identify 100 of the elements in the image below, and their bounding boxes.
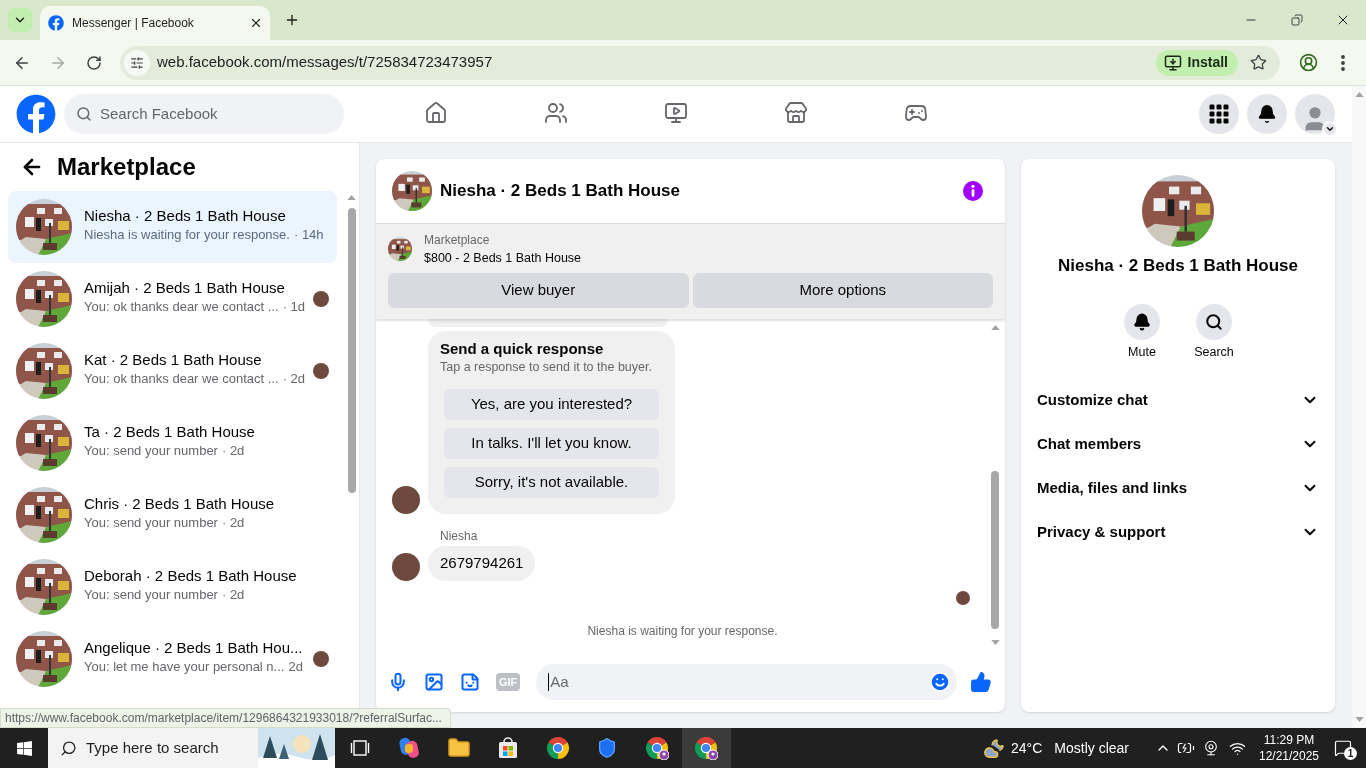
notification-count: 1 <box>1344 747 1357 760</box>
smiley-icon[interactable] <box>929 671 951 693</box>
avatar-icon <box>392 553 420 581</box>
colorful-logo-icon <box>397 736 422 760</box>
accordion-row[interactable]: Media, files and links <box>1029 466 1327 510</box>
message-preview: You: let me have your personal n... <box>84 658 285 676</box>
moon-cloud-icon <box>983 737 1006 759</box>
clock[interactable]: 11:29 PM 12/21/2025 <box>1256 732 1322 764</box>
listing-action-button[interactable]: More options <box>692 273 993 308</box>
status-text: Niesha is waiting for your response. <box>587 623 778 639</box>
conversation-item[interactable]: Niesha · 2 Beds 1 Bath House Niesha is waiting for your response. · 14h <box>8 191 337 263</box>
house-photo <box>16 487 72 543</box>
house-photo <box>388 237 412 261</box>
accordion-row[interactable]: Customize chat <box>1029 378 1327 422</box>
message-preview: You: send your number <box>84 586 218 604</box>
tab-list-button[interactable] <box>8 8 32 32</box>
microphone-icon <box>388 672 408 692</box>
facebook-logo-icon <box>48 15 64 31</box>
plus-icon <box>284 12 300 28</box>
taskbar-search-field[interactable]: Type here to search <box>48 728 335 768</box>
search-button[interactable] <box>1196 304 1232 340</box>
bell-icon <box>1133 313 1151 331</box>
listing-action-button[interactable]: View buyer <box>388 273 689 308</box>
listing-source: Marketplace <box>424 232 490 249</box>
folder-icon <box>446 736 471 760</box>
accordion-row[interactable]: Chat members <box>1029 422 1327 466</box>
quick-reply-button[interactable]: Yes, are you interested? <box>444 389 659 420</box>
message-icon <box>1334 739 1352 757</box>
home-icon <box>423 100 448 125</box>
quick-response-subtitle: Tap a response to send it to the buyer. <box>440 359 652 375</box>
site-info-button[interactable] <box>124 49 150 76</box>
timestamp: · 2d <box>221 514 245 532</box>
taskbar-app-button[interactable] <box>681 728 731 768</box>
star-icon <box>1249 54 1267 71</box>
timestamp: · 14h <box>293 226 324 244</box>
search-field[interactable]: Search Facebook <box>64 94 344 134</box>
address-bar[interactable]: web.facebook.com/messages/t/725834723473957 Install <box>120 45 1280 80</box>
store-icon <box>783 100 808 125</box>
message-preview: Niesha is waiting for your response. <box>84 226 290 244</box>
search-icon <box>1205 313 1223 331</box>
info-button[interactable] <box>963 181 983 201</box>
bell-icon <box>1257 104 1277 124</box>
video-play-icon <box>663 100 688 125</box>
account-button[interactable] <box>1295 94 1335 134</box>
info-icon <box>963 181 983 201</box>
scrollbar-thumb[interactable] <box>991 471 999 629</box>
sticker-icon <box>460 672 480 692</box>
thumbs-up-icon <box>970 671 992 693</box>
sliders-icon <box>130 55 144 70</box>
restore-icon <box>1291 14 1303 26</box>
listing-title: $800 - 2 Beds 1 Bath House <box>424 250 582 267</box>
timestamp: · 2d <box>221 586 245 604</box>
snowy-trees-icon <box>258 728 335 768</box>
weather-widget[interactable]: 24°C Mostly clear <box>979 728 1133 768</box>
quick-reply-button[interactable]: In talks. I'll let you know. <box>444 428 659 459</box>
message-input[interactable]: Aa <box>536 664 957 700</box>
conversation-name: Chris · 2 Beds 1 Bath House <box>84 494 275 514</box>
install-button[interactable]: Install <box>1155 49 1238 76</box>
reload-icon <box>86 54 102 71</box>
conversation-name: Ta · 2 Beds 1 Bath House <box>84 422 255 442</box>
sender-name: Niesha <box>440 528 478 544</box>
notifications-button[interactable] <box>1247 94 1287 134</box>
people-icon <box>543 100 568 125</box>
close-icon <box>249 16 263 30</box>
scroll-down-icon[interactable] <box>990 640 1000 645</box>
house-photo <box>16 343 72 399</box>
action-label: Mute <box>1128 344 1156 360</box>
windows-logo-icon <box>15 739 33 757</box>
menu-icon <box>1341 54 1345 71</box>
conversation-name: Kat · 2 Beds 1 Bath House <box>84 350 262 370</box>
conversation-name: Amijah · 2 Beds 1 Bath House <box>84 278 285 298</box>
notifications-button[interactable]: 1 <box>1328 728 1358 768</box>
webcam-icon[interactable] <box>1203 740 1219 756</box>
timestamp: · 2d <box>282 370 306 388</box>
quick-reply-button[interactable]: Sorry, it's not available. <box>444 467 659 498</box>
scrollbar-thumb[interactable] <box>347 208 356 493</box>
conversation-name: Deborah · 2 Beds 1 Bath House <box>84 566 297 586</box>
weather-condition: Mostly clear <box>1054 738 1129 758</box>
mute-button[interactable] <box>1124 304 1160 340</box>
house-photo <box>16 199 72 255</box>
house-photo <box>16 415 72 471</box>
temperature-text: 24°C <box>1011 738 1043 758</box>
browser-logo-icon <box>545 736 570 760</box>
url-text: web.facebook.com/messages/t/725834723473957 <box>157 52 493 73</box>
scroll-up-icon[interactable] <box>990 325 1000 330</box>
action-label: Search <box>1194 344 1234 360</box>
task-view-icon <box>349 738 370 758</box>
message-bubble: 2679794261 <box>428 546 536 581</box>
menu-button[interactable] <box>1199 94 1239 134</box>
browser-tab[interactable]: Messenger | Facebook <box>40 6 270 40</box>
facebook-logo-icon[interactable] <box>16 94 56 134</box>
photo-icon <box>424 672 444 692</box>
scroll-up-icon[interactable] <box>347 195 356 200</box>
accordion-row[interactable]: Privacy & support <box>1029 510 1327 554</box>
sidebar-title: Marketplace <box>57 152 196 182</box>
message-preview: You: send your number <box>84 514 218 532</box>
chat-title: Niesha · 2 Beds 1 Bath House <box>440 180 680 203</box>
timestamp: · 2d <box>221 442 245 460</box>
browser-logo-with-badge-icon <box>694 736 719 760</box>
chevron-badge-icon <box>1322 121 1338 137</box>
